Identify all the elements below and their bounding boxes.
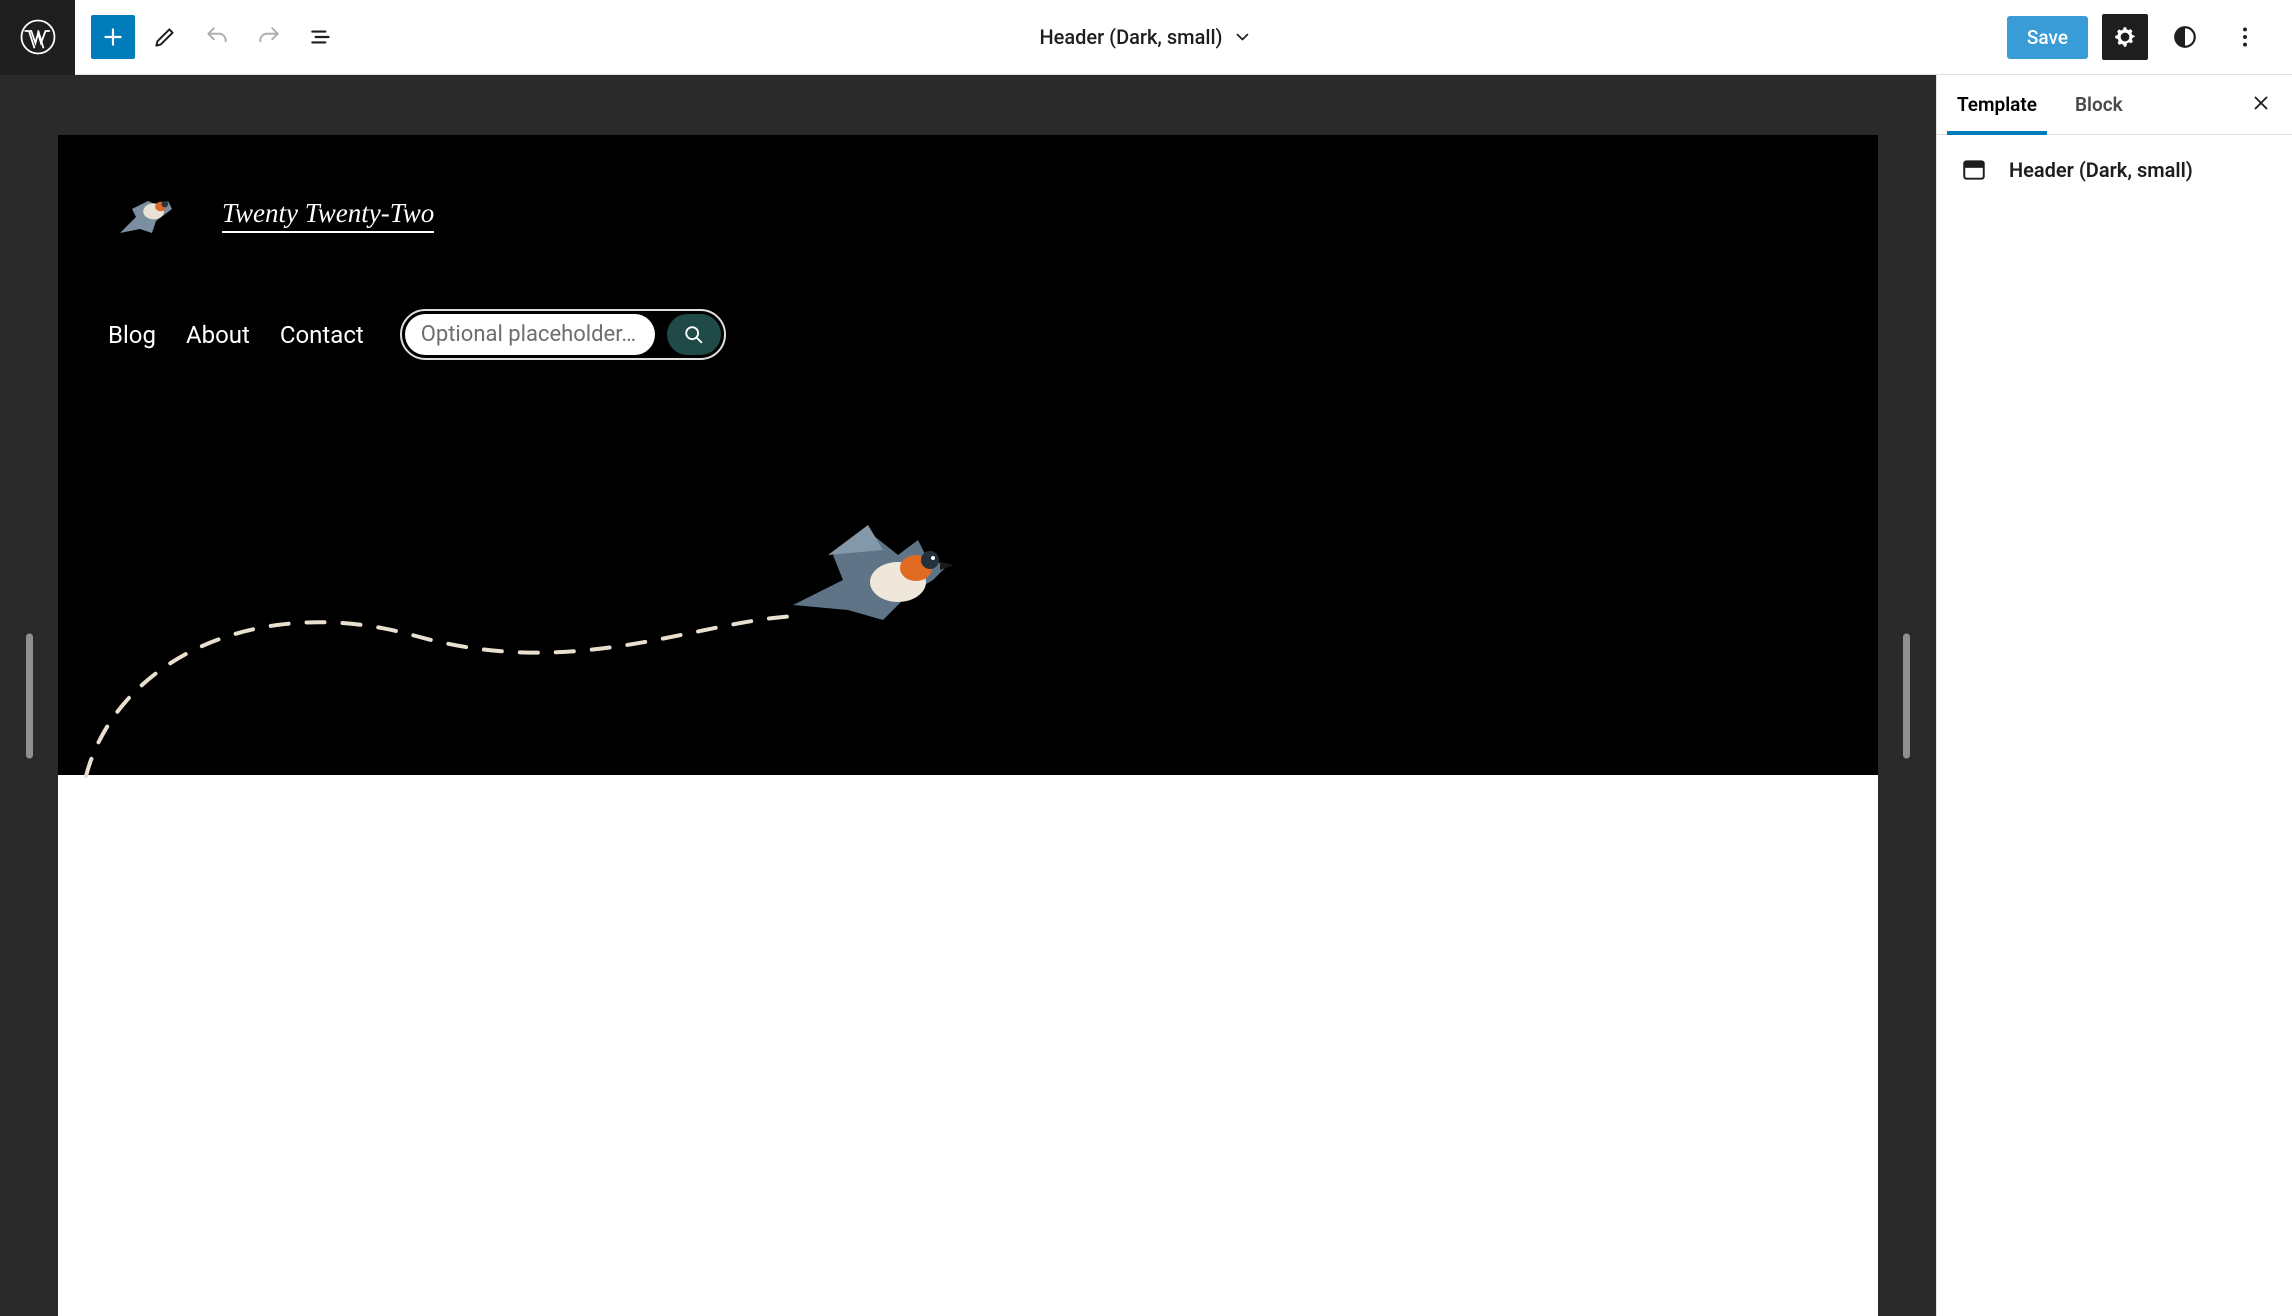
- block-inserter-button[interactable]: [91, 15, 135, 59]
- styles-toggle-button[interactable]: [2162, 14, 2208, 60]
- editor-canvas: Twenty Twenty-Two Blog About Contact: [0, 75, 1936, 1316]
- chevron-down-icon: [1233, 27, 1253, 47]
- sidebar-tabs: Template Block: [1937, 75, 2292, 135]
- plus-icon: [100, 24, 126, 50]
- site-logo-bird[interactable]: [108, 185, 188, 245]
- toolbar-left-group: [75, 15, 359, 59]
- undo-icon: [204, 24, 230, 50]
- template-name-row[interactable]: Header (Dark, small): [1937, 135, 2292, 205]
- search-input[interactable]: [405, 314, 655, 355]
- site-title-link[interactable]: Twenty Twenty-Two: [222, 198, 434, 233]
- wordpress-icon: [20, 19, 56, 55]
- search-submit-button[interactable]: [667, 314, 721, 355]
- resize-handle-right[interactable]: [1903, 633, 1910, 758]
- redo-icon: [256, 24, 282, 50]
- tab-block[interactable]: Block: [2075, 75, 2123, 134]
- settings-toggle-button[interactable]: [2102, 14, 2148, 60]
- close-icon: [2250, 92, 2272, 114]
- resize-handle-left[interactable]: [26, 633, 33, 758]
- site-brand: Twenty Twenty-Two: [108, 185, 1828, 245]
- document-title: Header (Dark, small): [1039, 25, 1222, 49]
- header-block[interactable]: Twenty Twenty-Two Blog About Contact: [58, 135, 1878, 775]
- nav-link-blog[interactable]: Blog: [108, 321, 156, 349]
- toolbar-right-group: Save: [2007, 14, 2292, 60]
- list-view-icon: [308, 24, 334, 50]
- close-sidebar-button[interactable]: [2250, 92, 2272, 118]
- search-block[interactable]: [400, 309, 726, 360]
- redo-button[interactable]: [247, 15, 291, 59]
- navigation-row: Blog About Contact: [108, 309, 1828, 360]
- styles-icon: [2172, 24, 2198, 50]
- pencil-icon: [152, 24, 178, 50]
- template-preview[interactable]: Twenty Twenty-Two Blog About Contact: [58, 135, 1878, 1316]
- wordpress-logo-button[interactable]: [0, 0, 75, 75]
- settings-sidebar: Template Block Header (Dark, small): [1936, 75, 2292, 1316]
- list-view-button[interactable]: [299, 15, 343, 59]
- more-options-button[interactable]: [2222, 14, 2268, 60]
- template-part-icon: [1961, 157, 1987, 183]
- bird-icon: [108, 185, 188, 249]
- document-title-dropdown[interactable]: Header (Dark, small): [1039, 25, 1252, 49]
- save-button[interactable]: Save: [2007, 16, 2088, 59]
- editor-toolbar: Header (Dark, small) Save: [0, 0, 2292, 75]
- kebab-icon: [2232, 24, 2258, 50]
- edit-tool-button[interactable]: [143, 15, 187, 59]
- undo-button[interactable]: [195, 15, 239, 59]
- tab-template[interactable]: Template: [1957, 75, 2037, 134]
- template-name-label: Header (Dark, small): [2009, 158, 2193, 182]
- gear-icon: [2112, 24, 2138, 50]
- nav-link-about[interactable]: About: [186, 321, 250, 349]
- nav-link-contact[interactable]: Contact: [280, 321, 364, 349]
- hero-bird-graphic: [788, 510, 958, 650]
- flight-trail-graphic: [76, 581, 806, 781]
- search-icon: [683, 324, 705, 346]
